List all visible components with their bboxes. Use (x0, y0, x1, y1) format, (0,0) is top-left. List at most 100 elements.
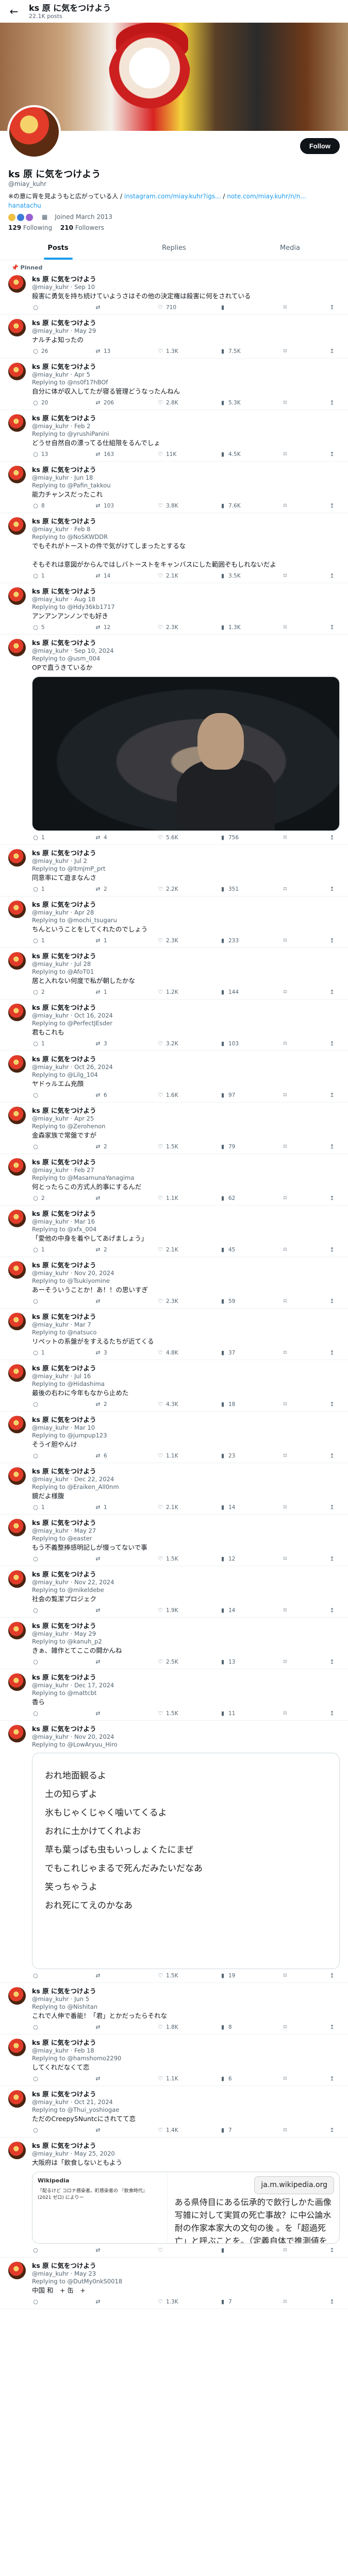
repost-action[interactable]: ⇄ 163 (94, 451, 120, 458)
share-action[interactable]: ↥ (328, 1349, 336, 1357)
views-action[interactable]: ▮ (219, 304, 245, 311)
repost-action[interactable]: ⇄ 1 (94, 1504, 120, 1511)
tweet[interactable]: ks 原 に気をつけよう @miay_kuhr · Dec 17, 2024 Rep… (0, 1669, 348, 1721)
share-icon[interactable]: ↥ (328, 1246, 336, 1253)
repost-icon[interactable]: ⇄ (94, 348, 102, 355)
tweet-replying-to[interactable]: Replying to @xfx_004 (32, 1226, 340, 1233)
tweet-avatar[interactable] (8, 318, 26, 336)
repost-icon[interactable]: ⇄ (94, 1555, 102, 1563)
like-action[interactable]: ♡ 1.6K (157, 1092, 183, 1099)
repost-icon[interactable]: ⇄ (94, 2075, 102, 2082)
share-action[interactable]: ↥ (328, 1555, 336, 1563)
bookmark-action[interactable]: ⌑ (281, 2024, 292, 2031)
bookmark-icon[interactable]: ⌑ (281, 502, 289, 510)
tweet-replying-to[interactable]: Replying to @Pafin_takkou (32, 482, 340, 489)
bookmark-icon[interactable]: ⌑ (281, 1401, 289, 1408)
share-action[interactable]: ↥ (328, 834, 336, 841)
tweet-replying-to[interactable]: Replying to @usm_004 (32, 655, 340, 663)
views-action[interactable]: ▮ 18 (219, 1401, 245, 1408)
bookmark-action[interactable]: ⌑ (281, 1349, 292, 1357)
tweet-avatar[interactable] (8, 952, 26, 970)
reply-action[interactable]: ○ (32, 2247, 58, 2254)
views-action[interactable]: ▮ 233 (219, 937, 245, 944)
followers-label[interactable]: Followers (75, 224, 104, 231)
article-url-pill[interactable]: ja.m.wikipedia.org (254, 2176, 334, 2194)
repost-icon[interactable]: ⇄ (94, 1143, 102, 1150)
share-action[interactable]: ↥ (328, 1246, 336, 1253)
views-icon[interactable]: ▮ (219, 2024, 226, 2031)
reply-icon[interactable]: ○ (32, 1555, 39, 1563)
tweet[interactable]: ks 原 に気をつけよう @miay_kuhr · Mar 16 Replying … (0, 1206, 348, 1257)
bookmark-action[interactable]: ⌑ (281, 624, 292, 631)
like-icon[interactable]: ♡ (157, 348, 164, 355)
tweet[interactable]: ks 原 に気をつけよう @miay_kuhr · Apr 25 Replying … (0, 1103, 348, 1154)
reply-icon[interactable]: ○ (32, 348, 39, 355)
bookmark-icon[interactable]: ⌑ (281, 989, 289, 996)
tweet[interactable]: ks 原 に気をつけよう @miay_kuhr · May 25, 2020 大阪府… (0, 2138, 348, 2258)
reply-icon[interactable]: ○ (32, 1452, 39, 1460)
tweet-avatar[interactable] (8, 1312, 26, 1330)
views-icon[interactable]: ▮ (219, 2298, 226, 2306)
share-action[interactable]: ↥ (328, 989, 336, 996)
reply-icon[interactable]: ○ (32, 1710, 39, 1717)
share-icon[interactable]: ↥ (328, 886, 336, 893)
tab-posts[interactable]: Posts (0, 236, 116, 260)
bookmark-action[interactable]: ⌑ (281, 834, 292, 841)
views-action[interactable]: ▮ 7 (219, 2298, 245, 2306)
reply-action[interactable]: ○ (32, 1298, 58, 1305)
repost-action[interactable]: ⇄ 1 (94, 989, 120, 996)
views-icon[interactable]: ▮ (219, 1143, 226, 1150)
share-action[interactable]: ↥ (328, 451, 336, 458)
tweet[interactable]: ks 原 に気をつけよう @miay_kuhr · Jun 18 Replying … (0, 462, 348, 513)
tweet-avatar[interactable] (8, 1364, 26, 1382)
tweet-replying-to[interactable]: Replying to @easter (32, 1535, 340, 1543)
like-icon[interactable]: ♡ (157, 834, 164, 841)
bookmark-icon[interactable]: ⌑ (281, 1246, 289, 1253)
views-action[interactable]: ▮ 97 (219, 1092, 245, 1099)
like-icon[interactable]: ♡ (157, 2298, 164, 2306)
share-icon[interactable]: ↥ (328, 834, 336, 841)
following-label[interactable]: Following (23, 224, 52, 231)
bookmark-icon[interactable]: ⌑ (281, 1092, 289, 1099)
like-action[interactable]: ♡ 2.1K (157, 1504, 183, 1511)
like-icon[interactable]: ♡ (157, 502, 164, 510)
tweet-avatar[interactable] (8, 1209, 26, 1227)
reply-icon[interactable]: ○ (32, 1607, 39, 1614)
repost-action[interactable]: ⇄ 6 (94, 1452, 120, 1460)
repost-action[interactable]: ⇄ 2 (94, 1143, 120, 1150)
views-action[interactable]: ▮ 351 (219, 886, 245, 893)
views-icon[interactable]: ▮ (219, 2127, 226, 2134)
bookmark-icon[interactable]: ⌑ (281, 572, 289, 580)
like-action[interactable]: ♡ 5.6K (157, 834, 183, 841)
views-action[interactable]: ▮ 12 (219, 1555, 245, 1563)
reply-action[interactable]: ○ (32, 1710, 58, 1717)
share-icon[interactable]: ↥ (328, 1040, 336, 1047)
like-action[interactable]: ♡ 2.5K (157, 1658, 183, 1666)
bookmark-action[interactable]: ⌑ (281, 1972, 292, 1979)
reply-icon[interactable]: ○ (32, 2075, 39, 2082)
views-icon[interactable]: ▮ (219, 1658, 226, 1666)
views-action[interactable]: ▮ 103 (219, 1040, 245, 1047)
like-icon[interactable]: ♡ (157, 1040, 164, 1047)
repost-action[interactable]: ⇄ (94, 1298, 120, 1305)
share-action[interactable]: ↥ (328, 1452, 336, 1460)
tweet-avatar[interactable] (8, 2141, 26, 2159)
views-action[interactable]: ▮ 59 (219, 1298, 245, 1305)
like-action[interactable]: ♡ 3.2K (157, 1040, 183, 1047)
bookmark-action[interactable]: ⌑ (281, 1195, 292, 1202)
share-action[interactable]: ↥ (328, 572, 336, 580)
tweet-avatar[interactable] (8, 587, 26, 605)
views-icon[interactable]: ▮ (219, 1452, 226, 1460)
bookmark-icon[interactable]: ⌑ (281, 1452, 289, 1460)
tweet-author-name[interactable]: ks 原 に気をつけよう (32, 1313, 340, 1321)
share-icon[interactable]: ↥ (328, 937, 336, 944)
repost-action[interactable]: ⇄ (94, 2075, 120, 2082)
share-icon[interactable]: ↥ (328, 1143, 336, 1150)
share-action[interactable]: ↥ (328, 1504, 336, 1511)
tweet-replying-to[interactable]: Replying to @mochi_tsugaru (32, 917, 340, 924)
tweet-author-name[interactable]: ks 原 に気をつけよう (32, 275, 340, 283)
views-icon[interactable]: ▮ (219, 1607, 226, 1614)
like-icon[interactable]: ♡ (157, 1658, 164, 1666)
tweet-author-name[interactable]: ks 原 に気をつけよう (32, 1004, 340, 1012)
tweet-author-name[interactable]: ks 原 に気をつけよう (32, 466, 340, 474)
